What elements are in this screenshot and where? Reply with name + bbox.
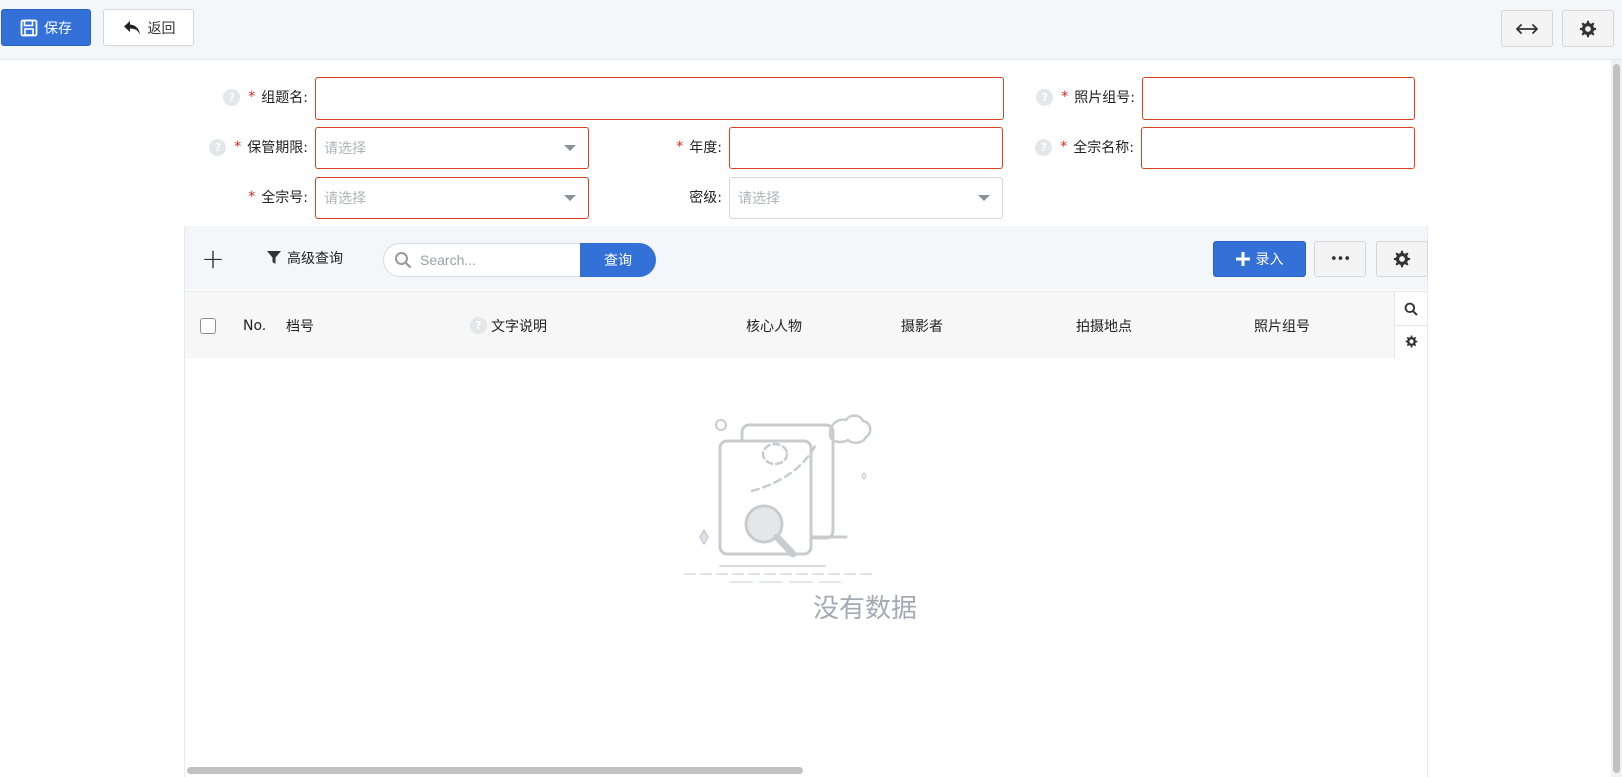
fonds-no-select[interactable]: 请选择 xyxy=(315,177,589,219)
page: 保存 返回 ? * 组题名: ? * 照片组号: ? * 保管期限: 请选择 *… xyxy=(0,0,1622,777)
gear-icon xyxy=(1393,250,1411,268)
entry-button-label: 录入 xyxy=(1255,252,1284,268)
entry-button[interactable]: 录入 xyxy=(1213,241,1306,277)
photo-group-no-label-text: 照片组号: xyxy=(1074,90,1135,106)
query-button[interactable]: 查询 xyxy=(580,243,656,277)
select-placeholder: 请选择 xyxy=(738,191,780,207)
vertical-scrollbar-thumb[interactable] xyxy=(1613,64,1620,773)
group-title-label-text: 组题名: xyxy=(261,90,308,106)
advanced-query-button[interactable]: 高级查询 xyxy=(267,240,367,276)
grid-search: 查询 xyxy=(383,243,657,277)
back-button[interactable]: 返回 xyxy=(103,9,194,46)
group-title-label: ? * 组题名: xyxy=(200,77,308,117)
gear-icon xyxy=(1579,20,1597,37)
column-location[interactable]: 拍摄地点 xyxy=(1076,292,1132,359)
required-mark: * xyxy=(676,139,684,155)
required-mark: * xyxy=(248,89,256,105)
fonds-full-name-input[interactable] xyxy=(1141,127,1415,169)
column-key-person[interactable]: 核心人物 xyxy=(746,292,802,359)
chevron-down-icon xyxy=(564,195,576,201)
expand-width-button[interactable] xyxy=(1501,10,1553,47)
help-icon[interactable]: ? xyxy=(1036,88,1054,106)
select-all-checkbox[interactable] xyxy=(200,292,216,359)
column-tools xyxy=(1394,292,1427,359)
security-level-label-text: 密级: xyxy=(689,190,722,206)
horizontal-scrollbar[interactable] xyxy=(185,761,1427,777)
column-description[interactable]: ? 文字说明 xyxy=(470,292,547,359)
column-file-no[interactable]: 档号 xyxy=(286,292,314,359)
vertical-scrollbar[interactable] xyxy=(1611,60,1622,777)
column-no[interactable]: No. xyxy=(243,292,266,359)
grid-settings-button[interactable] xyxy=(1376,241,1428,277)
required-mark: * xyxy=(234,139,242,155)
select-placeholder: 请选择 xyxy=(324,191,366,207)
required-mark: * xyxy=(248,189,256,205)
search-box xyxy=(383,243,583,277)
empty-data-illustration xyxy=(684,414,876,583)
grid-toolbar: + 高级查询 查询 xyxy=(185,226,1428,290)
save-button[interactable]: 保存 xyxy=(1,9,91,46)
filter-icon xyxy=(267,251,281,264)
search-icon[interactable] xyxy=(1404,302,1418,316)
save-button-label: 保存 xyxy=(44,20,72,37)
retention-period-select[interactable]: 请选择 xyxy=(315,127,589,169)
grid-header: No. 档号 ? 文字说明 核心人物 摄影者 拍摄地点 照片组号 xyxy=(185,291,1427,359)
required-mark: * xyxy=(1060,139,1068,155)
help-icon[interactable]: ? xyxy=(470,317,487,334)
required-mark: * xyxy=(1061,89,1069,105)
add-icon[interactable]: + xyxy=(199,240,227,276)
year-label: * 年度: xyxy=(640,127,722,167)
search-icon xyxy=(395,252,412,269)
settings-button[interactable] xyxy=(1562,10,1614,47)
plus-icon xyxy=(1235,252,1250,266)
year-label-text: 年度: xyxy=(689,140,722,156)
advanced-query-label: 高级查询 xyxy=(287,251,343,267)
retention-period-label-text: 保管期限: xyxy=(247,140,308,156)
more-icon: ••• xyxy=(1329,251,1351,267)
undo-icon xyxy=(123,20,140,35)
search-input[interactable] xyxy=(420,252,570,268)
back-button-label: 返回 xyxy=(147,20,176,37)
top-toolbar: 保存 返回 xyxy=(0,0,1622,60)
year-input[interactable] xyxy=(729,127,1003,169)
column-photo-group-no[interactable]: 照片组号 xyxy=(1254,292,1310,359)
fonds-full-name-label: ? * 全宗名称: xyxy=(1020,127,1134,167)
more-button[interactable]: ••• xyxy=(1314,241,1366,277)
chevron-down-icon xyxy=(564,145,576,151)
fonds-no-label-text: 全宗号: xyxy=(261,190,308,206)
column-description-label: 文字说明 xyxy=(491,318,547,335)
photo-group-no-input[interactable] xyxy=(1142,77,1415,120)
security-level-label: 密级: xyxy=(640,177,722,217)
data-grid: + 高级查询 查询 xyxy=(184,226,1428,777)
horizontal-scrollbar-thumb[interactable] xyxy=(187,767,803,774)
fonds-full-name-label-text: 全宗名称: xyxy=(1073,140,1134,156)
save-icon xyxy=(20,19,38,36)
help-icon[interactable]: ? xyxy=(223,88,241,106)
group-title-input[interactable] xyxy=(315,77,1004,120)
fonds-no-label: * 全宗号: xyxy=(200,177,308,217)
retention-period-label: ? * 保管期限: xyxy=(190,127,308,167)
select-placeholder: 请选择 xyxy=(324,141,366,157)
gear-icon[interactable] xyxy=(1405,335,1418,348)
arrows-horizontal-icon xyxy=(1516,23,1538,34)
security-level-select[interactable]: 请选择 xyxy=(729,177,1003,219)
chevron-down-icon xyxy=(978,195,990,201)
empty-text: 没有数据 xyxy=(812,594,917,624)
help-icon[interactable]: ? xyxy=(209,138,227,156)
help-icon[interactable]: ? xyxy=(1035,138,1053,156)
photo-group-no-label: ? * 照片组号: xyxy=(1020,77,1135,117)
column-photographer[interactable]: 摄影者 xyxy=(901,292,943,359)
